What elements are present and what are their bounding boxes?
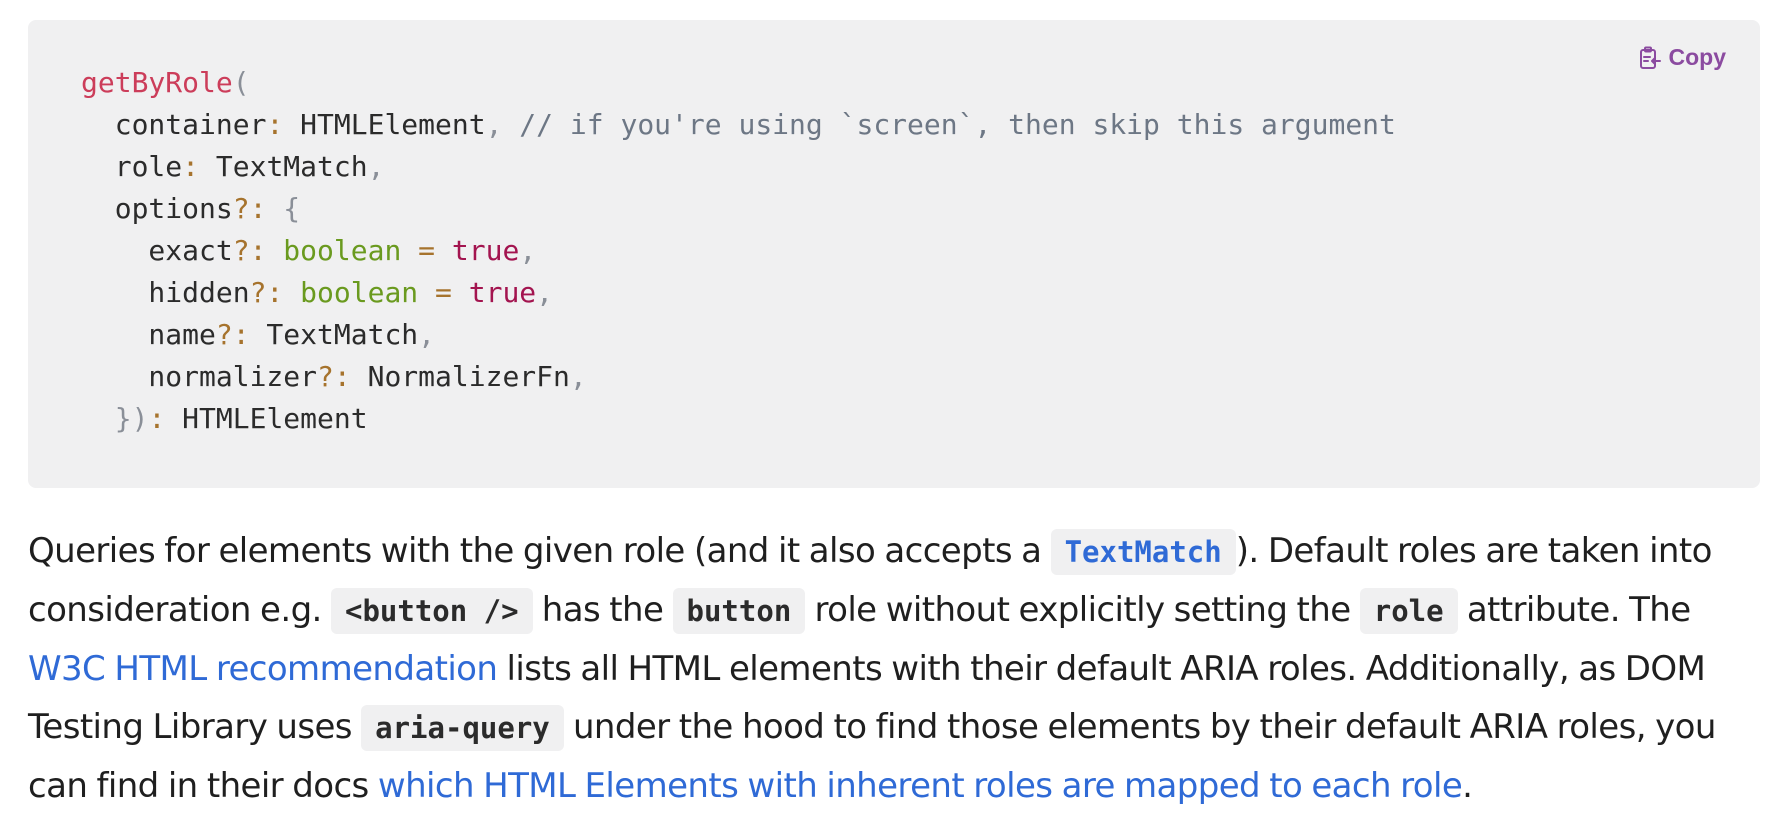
code-line: hidden?: boolean = true, <box>81 276 553 309</box>
code-token: role <box>81 150 183 183</box>
code-token: true <box>451 276 537 309</box>
inherent-roles-mapping-link[interactable]: which HTML Elements with inherent roles … <box>378 766 1463 806</box>
code-token: exact <box>81 234 233 267</box>
code-token: ?: <box>215 318 250 351</box>
code-token: NormalizerFn <box>350 360 570 393</box>
code-line: getByRole( <box>81 66 250 99</box>
code-token: name <box>81 318 216 351</box>
role-attribute-code: role <box>1359 588 1458 634</box>
code-token: true <box>435 234 520 267</box>
code-token: , <box>569 360 587 393</box>
button-role-code: button <box>672 588 806 634</box>
code-token: normalizer <box>81 360 318 393</box>
code-token: TextMatch <box>199 150 368 183</box>
code-token: = <box>401 234 436 267</box>
code-token: ?: <box>249 276 284 309</box>
textmatch-link[interactable]: TextMatch <box>1050 529 1236 575</box>
aria-query-code: aria-query <box>361 705 564 751</box>
code-token: : <box>182 150 200 183</box>
code-token: boolean <box>266 234 402 267</box>
code-token: ?: <box>232 234 267 267</box>
code-token: hidden <box>81 276 250 309</box>
code-token: HTMLElement <box>165 402 368 435</box>
code-token: boolean <box>283 276 419 309</box>
code-token: getByRole <box>81 66 233 99</box>
code-token: TextMatch <box>249 318 419 351</box>
code-line: options?: { <box>81 192 300 225</box>
code-token: { <box>266 192 301 225</box>
code-token: , <box>519 234 537 267</box>
code-token: container <box>81 108 267 141</box>
code-token: , <box>536 276 554 309</box>
code-token: , <box>367 150 385 183</box>
code-token: = <box>418 276 452 309</box>
code-token: ?: <box>317 360 351 393</box>
w3c-html-recommendation-link[interactable]: W3C HTML recommendation <box>28 649 498 689</box>
text-segment: role without explicitly setting the <box>805 590 1360 630</box>
code-token: HTMLElement <box>283 108 486 141</box>
role-query-description: Queries for elements with the given role… <box>28 522 1768 815</box>
copy-button-label: Copy <box>1668 44 1727 70</box>
code-line: }): HTMLElement <box>81 402 368 435</box>
text-segment: . <box>1462 766 1473 806</box>
code-token: : <box>148 402 166 435</box>
copy-button[interactable]: Copy <box>1639 44 1727 71</box>
text-segment: attribute. The <box>1457 590 1691 630</box>
code-line: normalizer?: NormalizerFn, <box>81 360 587 393</box>
code-token: , <box>418 318 436 351</box>
code-listing: getByRole( container: HTMLElement, // if… <box>81 62 1396 440</box>
text-segment: has the <box>532 590 673 630</box>
button-tag-code: <button /> <box>330 588 533 634</box>
code-block: Copy getByRole( container: HTMLElement, … <box>28 20 1760 488</box>
code-token: ?: <box>232 192 267 225</box>
code-line: exact?: boolean = true, <box>81 234 536 267</box>
code-token: // if you're using `screen`, then skip t… <box>502 108 1396 141</box>
code-line: name?: TextMatch, <box>81 318 435 351</box>
code-line: role: TextMatch, <box>81 150 385 183</box>
clipboard-copy-icon <box>1639 46 1661 70</box>
code-token: }) <box>81 402 149 435</box>
text-segment: Queries for elements with the given role… <box>28 531 1051 571</box>
code-token: options <box>81 192 233 225</box>
code-token: ( <box>232 66 250 99</box>
code-token: : <box>266 108 284 141</box>
code-line: container: HTMLElement, // if you're usi… <box>81 108 1396 141</box>
code-token: , <box>485 108 503 141</box>
